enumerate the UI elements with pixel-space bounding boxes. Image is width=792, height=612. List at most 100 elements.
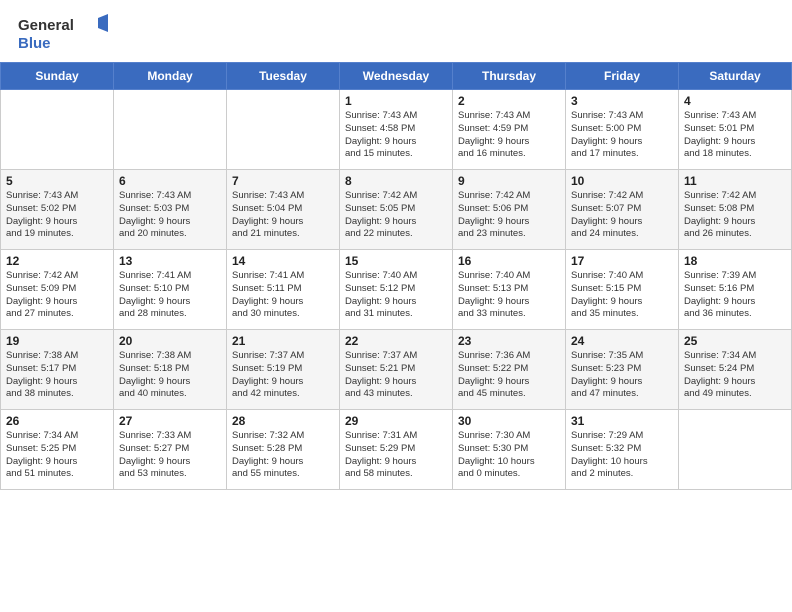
calendar-cell: 18Sunrise: 7:39 AM Sunset: 5:16 PM Dayli… (679, 250, 792, 330)
logo-svg: General Blue (18, 14, 108, 56)
calendar-week-row: 5 Sunrise: 7:43 AM Sunset: 5:02 PM Daylig… (1, 170, 792, 250)
calendar-cell: 11Sunrise: 7:42 AM Sunset: 5:08 PM Dayli… (679, 170, 792, 250)
day-number: 28 (232, 414, 334, 428)
day-info: Sunrise: 7:43 AM Sunset: 5:01 PM Dayligh… (684, 110, 786, 161)
calendar-cell: 13 Sunrise: 7:41 AM Sunset: 5:10 PM Dayli… (114, 250, 227, 330)
calendar-cell: 1Sunrise: 7:43 AM Sunset: 4:58 PM Daylig… (340, 90, 453, 170)
day-number: 10 (571, 174, 673, 188)
day-info: Sunrise: 7:42 AM Sunset: 5:09 PM Dayligh… (6, 270, 108, 321)
calendar-cell (227, 90, 340, 170)
weekday-header-sunday: Sunday (1, 63, 114, 90)
calendar-cell: 17Sunrise: 7:40 AM Sunset: 5:15 PM Dayli… (566, 250, 679, 330)
calendar-cell: 20 Sunrise: 7:38 AM Sunset: 5:18 PM Dayli… (114, 330, 227, 410)
day-number: 4 (684, 94, 786, 108)
calendar-cell: 28 Sunrise: 7:32 AM Sunset: 5:28 PM Dayli… (227, 410, 340, 490)
day-number: 26 (6, 414, 108, 428)
day-number: 27 (119, 414, 221, 428)
calendar-cell: 15 Sunrise: 7:40 AM Sunset: 5:12 PM Dayli… (340, 250, 453, 330)
calendar-week-row: 1Sunrise: 7:43 AM Sunset: 4:58 PM Daylig… (1, 90, 792, 170)
weekday-header-thursday: Thursday (453, 63, 566, 90)
day-number: 3 (571, 94, 673, 108)
day-info: Sunrise: 7:43 AM Sunset: 4:58 PM Dayligh… (345, 110, 447, 161)
calendar-cell: 14 Sunrise: 7:41 AM Sunset: 5:11 PM Dayli… (227, 250, 340, 330)
day-info: Sunrise: 7:35 AM Sunset: 5:23 PM Dayligh… (571, 350, 673, 401)
day-info: Sunrise: 7:42 AM Sunset: 5:06 PM Dayligh… (458, 190, 560, 241)
day-number: 13 (119, 254, 221, 268)
calendar-cell: 4 Sunrise: 7:43 AM Sunset: 5:01 PM Daylig… (679, 90, 792, 170)
day-info: Sunrise: 7:29 AM Sunset: 5:32 PM Dayligh… (571, 430, 673, 481)
calendar-cell: 8Sunrise: 7:42 AM Sunset: 5:05 PM Daylig… (340, 170, 453, 250)
weekday-header-monday: Monday (114, 63, 227, 90)
day-number: 6 (119, 174, 221, 188)
day-number: 5 (6, 174, 108, 188)
calendar-cell: 22 Sunrise: 7:37 AM Sunset: 5:21 PM Dayli… (340, 330, 453, 410)
weekday-header-saturday: Saturday (679, 63, 792, 90)
calendar-cell (679, 410, 792, 490)
day-number: 20 (119, 334, 221, 348)
day-number: 14 (232, 254, 334, 268)
day-number: 8 (345, 174, 447, 188)
day-info: Sunrise: 7:38 AM Sunset: 5:18 PM Dayligh… (119, 350, 221, 401)
calendar-cell: 12 Sunrise: 7:42 AM Sunset: 5:09 PM Dayli… (1, 250, 114, 330)
day-info: Sunrise: 7:42 AM Sunset: 5:08 PM Dayligh… (684, 190, 786, 241)
day-number: 16 (458, 254, 560, 268)
day-info: Sunrise: 7:42 AM Sunset: 5:07 PM Dayligh… (571, 190, 673, 241)
logo-text: General Blue (18, 14, 108, 56)
calendar-cell: 25 Sunrise: 7:34 AM Sunset: 5:24 PM Dayli… (679, 330, 792, 410)
calendar-cell: 23 Sunrise: 7:36 AM Sunset: 5:22 PM Dayli… (453, 330, 566, 410)
calendar-week-row: 12 Sunrise: 7:42 AM Sunset: 5:09 PM Dayli… (1, 250, 792, 330)
day-info: Sunrise: 7:43 AM Sunset: 5:00 PM Dayligh… (571, 110, 673, 161)
calendar-cell: 31 Sunrise: 7:29 AM Sunset: 5:32 PM Dayli… (566, 410, 679, 490)
day-number: 24 (571, 334, 673, 348)
calendar-cell: 19 Sunrise: 7:38 AM Sunset: 5:17 PM Dayli… (1, 330, 114, 410)
day-info: Sunrise: 7:41 AM Sunset: 5:11 PM Dayligh… (232, 270, 334, 321)
day-number: 31 (571, 414, 673, 428)
day-info: Sunrise: 7:37 AM Sunset: 5:21 PM Dayligh… (345, 350, 447, 401)
calendar-cell: 10 Sunrise: 7:42 AM Sunset: 5:07 PM Dayli… (566, 170, 679, 250)
calendar-table: SundayMondayTuesdayWednesdayThursdayFrid… (0, 62, 792, 490)
day-info: Sunrise: 7:37 AM Sunset: 5:19 PM Dayligh… (232, 350, 334, 401)
weekday-header-row: SundayMondayTuesdayWednesdayThursdayFrid… (1, 63, 792, 90)
day-info: Sunrise: 7:40 AM Sunset: 5:12 PM Dayligh… (345, 270, 447, 321)
day-info: Sunrise: 7:31 AM Sunset: 5:29 PM Dayligh… (345, 430, 447, 481)
page: General Blue SundayMondayTuesdayWednesda… (0, 0, 792, 612)
day-info: Sunrise: 7:34 AM Sunset: 5:25 PM Dayligh… (6, 430, 108, 481)
day-number: 25 (684, 334, 786, 348)
day-info: Sunrise: 7:40 AM Sunset: 5:13 PM Dayligh… (458, 270, 560, 321)
day-number: 15 (345, 254, 447, 268)
day-number: 23 (458, 334, 560, 348)
calendar-cell: 3 Sunrise: 7:43 AM Sunset: 5:00 PM Daylig… (566, 90, 679, 170)
calendar-week-row: 26 Sunrise: 7:34 AM Sunset: 5:25 PM Dayli… (1, 410, 792, 490)
day-number: 30 (458, 414, 560, 428)
day-number: 17 (571, 254, 673, 268)
calendar-cell: 9 Sunrise: 7:42 AM Sunset: 5:06 PM Daylig… (453, 170, 566, 250)
day-info: Sunrise: 7:38 AM Sunset: 5:17 PM Dayligh… (6, 350, 108, 401)
day-info: Sunrise: 7:34 AM Sunset: 5:24 PM Dayligh… (684, 350, 786, 401)
day-info: Sunrise: 7:39 AM Sunset: 5:16 PM Dayligh… (684, 270, 786, 321)
weekday-header-friday: Friday (566, 63, 679, 90)
day-number: 9 (458, 174, 560, 188)
day-number: 29 (345, 414, 447, 428)
header: General Blue (0, 0, 792, 62)
day-info: Sunrise: 7:36 AM Sunset: 5:22 PM Dayligh… (458, 350, 560, 401)
calendar-cell: 6 Sunrise: 7:43 AM Sunset: 5:03 PM Daylig… (114, 170, 227, 250)
calendar-cell: 26 Sunrise: 7:34 AM Sunset: 5:25 PM Dayli… (1, 410, 114, 490)
calendar-cell: 5 Sunrise: 7:43 AM Sunset: 5:02 PM Daylig… (1, 170, 114, 250)
day-number: 22 (345, 334, 447, 348)
calendar-cell (1, 90, 114, 170)
day-info: Sunrise: 7:33 AM Sunset: 5:27 PM Dayligh… (119, 430, 221, 481)
calendar-cell: 29 Sunrise: 7:31 AM Sunset: 5:29 PM Dayli… (340, 410, 453, 490)
svg-text:Blue: Blue (18, 35, 51, 52)
day-number: 12 (6, 254, 108, 268)
day-info: Sunrise: 7:41 AM Sunset: 5:10 PM Dayligh… (119, 270, 221, 321)
calendar-cell: 7Sunrise: 7:43 AM Sunset: 5:04 PM Daylig… (227, 170, 340, 250)
weekday-header-wednesday: Wednesday (340, 63, 453, 90)
calendar-cell: 2Sunrise: 7:43 AM Sunset: 4:59 PM Daylig… (453, 90, 566, 170)
calendar-cell: 27 Sunrise: 7:33 AM Sunset: 5:27 PM Dayli… (114, 410, 227, 490)
logo: General Blue (18, 14, 108, 56)
calendar-cell: 21Sunrise: 7:37 AM Sunset: 5:19 PM Dayli… (227, 330, 340, 410)
day-number: 19 (6, 334, 108, 348)
day-info: Sunrise: 7:43 AM Sunset: 5:03 PM Dayligh… (119, 190, 221, 241)
day-info: Sunrise: 7:43 AM Sunset: 5:02 PM Dayligh… (6, 190, 108, 241)
day-info: Sunrise: 7:32 AM Sunset: 5:28 PM Dayligh… (232, 430, 334, 481)
